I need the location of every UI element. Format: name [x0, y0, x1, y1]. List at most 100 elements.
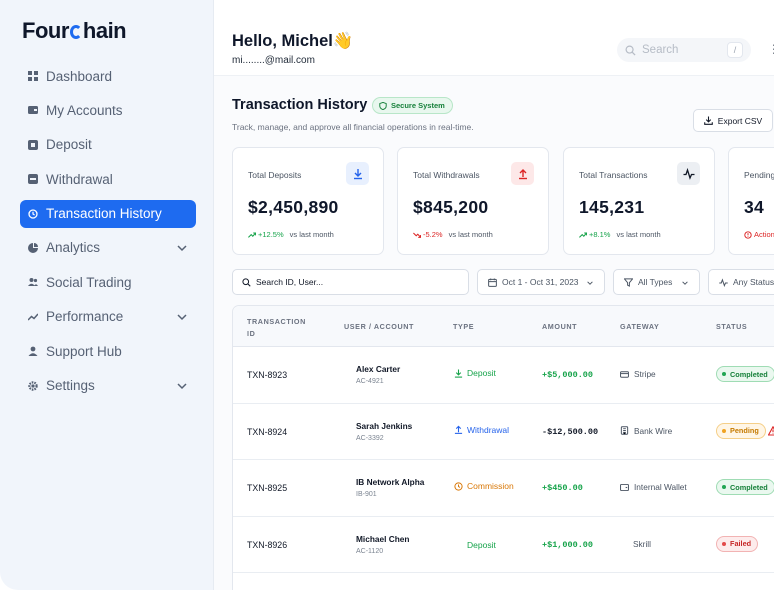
- chevron-down-icon[interactable]: [176, 311, 188, 323]
- page-subtitle: Track, manage, and approve all financial…: [232, 122, 474, 132]
- status-badge: Failed: [716, 535, 759, 552]
- status-badge: Completed: [716, 479, 774, 495]
- date-range-filter[interactable]: Oct 1 - Oct 31, 2023: [477, 269, 605, 295]
- logo[interactable]: Four hain: [22, 18, 127, 44]
- sidebar-item-performance[interactable]: Performance: [20, 303, 196, 331]
- transaction-type: Deposit: [454, 368, 496, 378]
- type-filter[interactable]: All Types: [613, 269, 700, 295]
- transaction-amount: +$5,000.00: [542, 370, 594, 380]
- chevron-down-icon: [587, 281, 593, 285]
- table-row[interactable]: TXN-8925 IB Network Alpha IB-901 Commiss…: [233, 460, 774, 517]
- column-header-gateway[interactable]: GATEWAY: [620, 322, 659, 331]
- transaction-amount: -$12,500.00: [542, 426, 599, 437]
- sidebar-item-support-hub[interactable]: Support Hub: [20, 337, 196, 365]
- column-header-type[interactable]: TYPE: [453, 322, 474, 331]
- wallet-icon: [620, 483, 629, 491]
- sidebar-item-analytics[interactable]: Analytics: [20, 234, 196, 262]
- stat-trend-label: vs last month: [448, 230, 493, 239]
- trend-icon: [28, 312, 38, 322]
- table-row[interactable]: TXN-8926 Michael Chen AC-1120 Deposit +$…: [233, 517, 774, 573]
- upload-icon: [511, 162, 534, 185]
- transaction-search-input[interactable]: Search ID, User...: [232, 269, 469, 295]
- upload-icon: [454, 425, 463, 434]
- user-name: Alex Carter: [356, 364, 401, 374]
- sidebar-item-label: Transaction History: [46, 206, 162, 222]
- account-id: AC-3392: [356, 434, 384, 442]
- chevron-down-icon[interactable]: [176, 242, 188, 254]
- warning-icon[interactable]: [768, 425, 774, 436]
- transaction-amount: +$1,000.00: [542, 539, 594, 550]
- stat-value: 34: [744, 197, 765, 217]
- transaction-gateway: Internal Wallet: [620, 482, 687, 492]
- transaction-type: Commission: [454, 481, 514, 491]
- sidebar-item-social-trading[interactable]: Social Trading: [20, 268, 196, 296]
- sidebar-item-label: Social Trading: [46, 274, 132, 290]
- table-row[interactable]: TXN-8923 Alex Carter AC-4921 Deposit +$5…: [233, 347, 774, 404]
- type-filter-value: All Types: [638, 277, 673, 287]
- user-name: Michael Chen: [356, 533, 410, 544]
- sidebar-item-my-accounts[interactable]: My Accounts: [20, 96, 196, 124]
- stat-label: Total Deposits: [248, 170, 302, 180]
- download-icon: [454, 368, 463, 378]
- sidebar-item-transaction-history[interactable]: Transaction History: [20, 199, 196, 228]
- stat-trend: -5.2% vs last month: [413, 230, 493, 239]
- search-shortcut-key: /: [727, 42, 743, 58]
- table-row[interactable]: TXN-8924 Sarah Jenkins AC-3392 Withdrawa…: [233, 404, 774, 460]
- stat-label: Total Withdrawals: [413, 170, 480, 180]
- trend-down-icon: [413, 232, 421, 238]
- stat-card-total-transactions: Total Transactions 145,231 +8.1% vs last…: [563, 147, 715, 255]
- transaction-type: Withdrawal: [454, 425, 509, 435]
- more-menu-icon[interactable]: ⋮: [768, 42, 774, 56]
- stat-value: $845,200: [413, 197, 489, 217]
- calendar-icon: [488, 277, 497, 287]
- stat-trend: Action: [744, 230, 774, 239]
- grid-icon: [28, 71, 38, 81]
- sidebar-item-label: My Accounts: [46, 102, 123, 118]
- sidebar-item-settings[interactable]: Settings: [20, 372, 196, 400]
- stat-card-total-withdrawals: Total Withdrawals $845,200 -5.2% vs last…: [397, 147, 549, 255]
- column-header-amount[interactable]: AMOUNT: [542, 322, 577, 331]
- search-icon: [625, 45, 636, 56]
- wallet-icon: [28, 105, 38, 115]
- chevron-down-icon[interactable]: [176, 380, 188, 392]
- secure-system-badge: Secure System: [372, 97, 453, 114]
- sidebar-item-label: Performance: [46, 309, 124, 325]
- sidebar-item-label: Analytics: [46, 240, 101, 256]
- users-icon: [28, 277, 38, 287]
- transaction-id: TXN-8923: [247, 370, 288, 380]
- stat-label: Total Transactions: [579, 170, 648, 180]
- column-header-status[interactable]: STATUS: [716, 322, 747, 331]
- building-icon: [620, 426, 629, 435]
- sidebar-item-withdrawal[interactable]: Withdrawal: [20, 165, 196, 193]
- sidebar-item-label: Deposit: [46, 137, 92, 153]
- greeting: Hello, Michel👋: [232, 32, 354, 50]
- sidebar-item-deposit[interactable]: Deposit: [20, 131, 196, 159]
- stat-trend-label: vs last month: [616, 230, 661, 239]
- stat-trend: +12.5% vs last month: [248, 230, 334, 239]
- activity-icon: [719, 277, 728, 287]
- user-icon: [28, 346, 38, 357]
- transaction-id: TXN-8926: [247, 539, 288, 550]
- stat-value: 145,231: [579, 197, 645, 217]
- column-header-user[interactable]: USER / ACCOUNT: [344, 322, 414, 331]
- credit-card-icon: [620, 370, 629, 378]
- transaction-id: TXN-8925: [247, 483, 288, 493]
- secure-badge-label: Secure System: [391, 101, 445, 110]
- sidebar-item-label: Withdrawal: [46, 171, 113, 187]
- user-name: Sarah Jenkins: [356, 420, 413, 431]
- transactions-table: TRANSACTION ID USER / ACCOUNT TYPE AMOUN…: [232, 305, 774, 590]
- sidebar-item-dashboard[interactable]: Dashboard: [20, 62, 196, 90]
- export-csv-button[interactable]: Export CSV: [693, 109, 773, 132]
- stat-trend-value: Action: [754, 230, 774, 239]
- page-title: Transaction History: [232, 97, 368, 113]
- download-icon: [346, 162, 369, 185]
- stat-trend-value: +8.1%: [589, 230, 611, 239]
- sidebar-item-label: Support Hub: [46, 343, 122, 359]
- status-filter[interactable]: Any Status: [708, 269, 774, 295]
- clock-icon: [454, 481, 463, 491]
- global-search-input[interactable]: Search /: [617, 38, 751, 62]
- stat-trend: +8.1% vs last month: [579, 230, 661, 239]
- user-email: mi........@mail.com: [232, 55, 315, 66]
- gear-icon: [28, 380, 38, 391]
- column-header-transaction-id[interactable]: TRANSACTION ID: [247, 317, 306, 338]
